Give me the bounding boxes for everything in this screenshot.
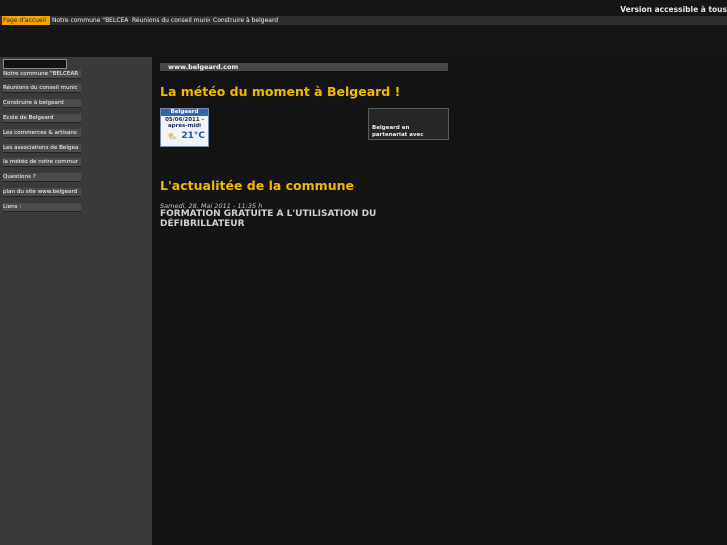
- sidebar: Notre commune "BELCEAR Réunions du conse…: [0, 57, 152, 545]
- weather-city: Belgeard: [161, 109, 208, 116]
- weather-widget[interactable]: Belgeard 05/06/2011 - après-midi 21°C: [160, 108, 209, 147]
- sidebar-search-input[interactable]: [3, 59, 67, 69]
- sidebar-item-questions[interactable]: Questions ?: [3, 173, 81, 182]
- sidebar-item-ecole[interactable]: Ecole de Belgeard: [3, 114, 81, 123]
- weather-heading: La météo du moment à Belgeard !: [160, 84, 401, 99]
- tab-construire[interactable]: Construire à belgeard: [213, 16, 283, 25]
- news-heading: L'actualitée de la commune: [160, 178, 354, 193]
- sidebar-item-notre-commune[interactable]: Notre commune "BELCEAR: [3, 70, 81, 79]
- sidebar-item-plan-du-site[interactable]: plan du site www.belgeard: [3, 188, 81, 197]
- sidebar-item-liens[interactable]: Liens :: [3, 203, 81, 212]
- sidebar-item-commerces[interactable]: Les commerces & artisans: [3, 129, 81, 138]
- top-navigation: Page d'accueil Notre commune "BELCEAR Ré…: [0, 16, 727, 25]
- partner-text: Belgeard en partenariat avec: [372, 125, 424, 138]
- sidebar-item-associations[interactable]: Les associations de Belgea: [3, 144, 81, 153]
- sidebar-item-construire[interactable]: Construire à belgeard: [3, 99, 81, 108]
- tab-notre-commune[interactable]: Notre commune "BELCEAR: [52, 16, 128, 25]
- weather-temperature: 21°C: [181, 131, 205, 141]
- sidebar-item-meteo[interactable]: la météo de notre commur: [3, 158, 81, 167]
- partner-box[interactable]: Belgeard en partenariat avec: [368, 108, 449, 140]
- news-title-link[interactable]: FORMATION GRATUITE A L'UTILISATION DU DÉ…: [160, 209, 420, 229]
- accessible-version-link[interactable]: Version accessible à tous: [620, 5, 727, 14]
- site-url-bar: www.belgeard.com: [160, 63, 448, 71]
- tab-reunions-conseil[interactable]: Réunions du conseil munic: [132, 16, 210, 25]
- tab-home[interactable]: Page d'accueil: [2, 16, 50, 25]
- sidebar-item-reunions[interactable]: Réunions du conseil munic: [3, 84, 81, 93]
- sun-cloud-icon: [168, 133, 177, 140]
- main-content: www.belgeard.com La météo du moment à Be…: [153, 57, 727, 545]
